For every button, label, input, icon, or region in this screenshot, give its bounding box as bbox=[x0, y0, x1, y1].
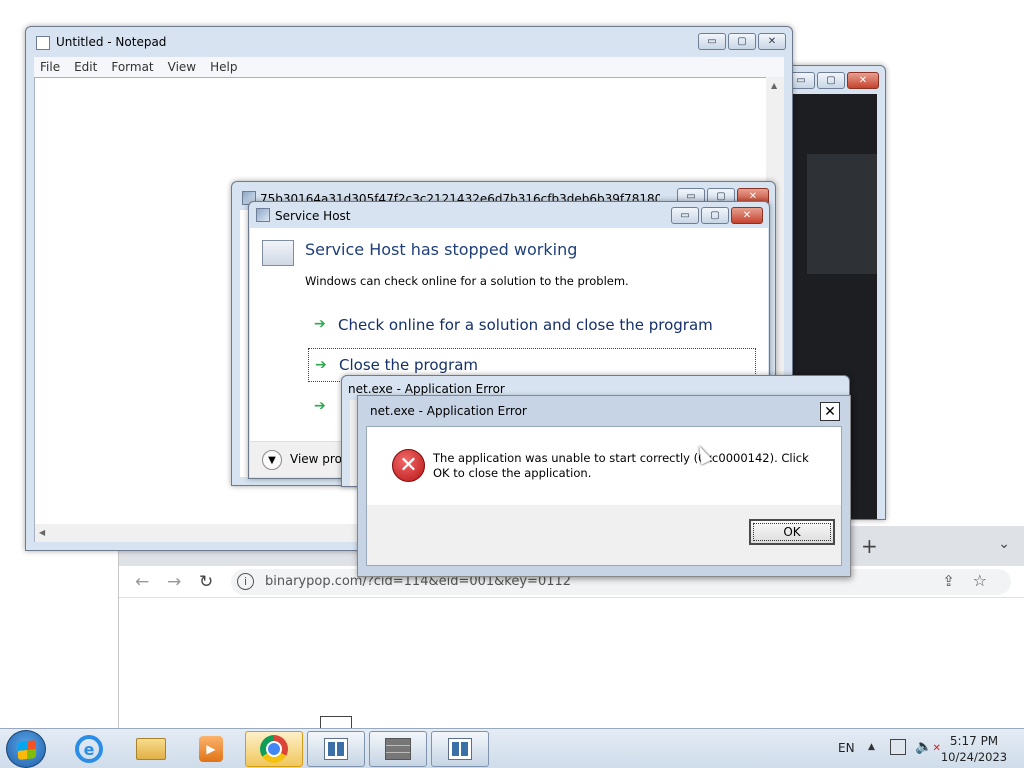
close-icon[interactable]: ✕ bbox=[758, 33, 786, 50]
scroll-left-icon[interactable]: ◀ bbox=[39, 528, 45, 537]
minimize-icon[interactable]: ▭ bbox=[698, 33, 726, 50]
green-arrow-icon: ➔ bbox=[314, 316, 326, 332]
check-online-option[interactable]: ➔ Check online for a solution and close … bbox=[308, 308, 756, 342]
show-hidden-icons-icon[interactable]: ▲ bbox=[868, 742, 875, 752]
notepad-menubar: File Edit Format View Help bbox=[34, 57, 784, 77]
taskbar-chrome[interactable] bbox=[245, 731, 303, 767]
service-host-title: Service Host bbox=[275, 209, 351, 223]
clock[interactable]: 5:17 PM 10/24/2023 bbox=[934, 733, 1014, 765]
minimize-icon[interactable]: ▭ bbox=[671, 207, 699, 224]
service-host-subtext: Windows can check online for a solution … bbox=[305, 274, 629, 288]
windows-logo-icon bbox=[18, 740, 36, 760]
taskbar-firewall-app[interactable] bbox=[369, 731, 427, 767]
notepad-titlebar[interactable]: Untitled - Notepad ▭ ▢ ✕ bbox=[26, 27, 792, 55]
bookmark-star-icon[interactable]: ☆ bbox=[973, 571, 987, 590]
net-exe-error-dialog: net.exe - Application Error ✕ ✕ The appl… bbox=[357, 395, 851, 577]
forward-icon[interactable]: → bbox=[167, 572, 181, 592]
notepad-title: Untitled - Notepad bbox=[56, 35, 167, 49]
service-host-icon bbox=[256, 208, 270, 222]
firewall-icon bbox=[385, 738, 411, 760]
media-player-icon: ▶ bbox=[199, 736, 223, 762]
folder-icon bbox=[136, 738, 166, 760]
menu-help[interactable]: Help bbox=[210, 60, 237, 74]
close-icon[interactable]: ✕ bbox=[847, 72, 879, 89]
clock-date: 10/24/2023 bbox=[940, 750, 1008, 764]
taskbar-windows-explorer[interactable] bbox=[122, 731, 180, 767]
site-info-icon[interactable]: i bbox=[237, 573, 254, 590]
taskbar-media-player[interactable]: ▶ bbox=[182, 731, 240, 767]
taskbar-internet-explorer[interactable]: e bbox=[60, 731, 118, 767]
menu-file[interactable]: File bbox=[40, 60, 60, 74]
program-window-icon bbox=[262, 240, 294, 266]
scroll-up-icon[interactable]: ▲ bbox=[771, 81, 777, 90]
notepad-icon bbox=[36, 36, 50, 50]
net-back-title: net.exe - Application Error bbox=[348, 382, 505, 396]
maximize-icon[interactable]: ▢ bbox=[701, 207, 729, 224]
menu-format[interactable]: Format bbox=[111, 60, 153, 74]
language-indicator[interactable]: EN bbox=[838, 741, 855, 755]
taskbar-notepad-app[interactable] bbox=[307, 731, 365, 767]
tab-search-icon[interactable]: ⌄ bbox=[998, 536, 1010, 552]
application-window-icon bbox=[448, 738, 472, 760]
close-icon[interactable]: ✕ bbox=[731, 207, 763, 224]
application-window-icon bbox=[324, 738, 348, 760]
notepad-caption-buttons: ▭ ▢ ✕ bbox=[698, 33, 786, 50]
new-tab-button[interactable]: + bbox=[861, 534, 878, 558]
menu-view[interactable]: View bbox=[168, 60, 196, 74]
service-host-heading: Service Host has stopped working bbox=[305, 240, 578, 259]
green-arrow-icon: ➔ bbox=[315, 357, 327, 373]
service-host-titlebar[interactable]: Service Host ▭ ▢ ✕ bbox=[249, 202, 769, 228]
start-button[interactable] bbox=[6, 730, 46, 768]
error-icon: ✕ bbox=[392, 449, 425, 482]
maximize-icon[interactable]: ▢ bbox=[728, 33, 756, 50]
close-icon[interactable]: ✕ bbox=[820, 402, 840, 421]
green-arrow-icon: ➔ bbox=[314, 398, 326, 414]
reload-icon[interactable]: ↻ bbox=[199, 572, 213, 592]
close-program-label: Close the program bbox=[339, 356, 479, 374]
dark-window-caption-buttons: ▭ ▢ ✕ bbox=[787, 72, 879, 89]
back-icon[interactable]: ← bbox=[135, 572, 149, 592]
clock-time: 5:17 PM bbox=[949, 734, 999, 748]
error-message: The application was unable to start corr… bbox=[433, 451, 809, 480]
chrome-icon bbox=[260, 735, 288, 763]
net-front-body: ✕ The application was unable to start co… bbox=[366, 426, 842, 566]
taskbar-service-host-app[interactable] bbox=[431, 731, 489, 767]
speaker-icon: 🔈 bbox=[915, 739, 933, 755]
net-front-title: net.exe - Application Error bbox=[370, 404, 527, 418]
share-icon[interactable]: ⇪ bbox=[942, 572, 955, 590]
check-online-label: Check online for a solution and close th… bbox=[338, 316, 713, 334]
menu-edit[interactable]: Edit bbox=[74, 60, 97, 74]
taskbar: e ▶ EN ▲ 🔈✕ 5:17 PM 10/24/2023 bbox=[0, 728, 1024, 768]
ok-button[interactable]: OK bbox=[749, 519, 835, 545]
dark-window-panel bbox=[807, 154, 877, 274]
chevron-down-icon[interactable]: ▼ bbox=[262, 450, 282, 470]
internet-explorer-icon: e bbox=[75, 735, 103, 763]
network-icon[interactable] bbox=[890, 739, 906, 755]
service-host-caption-buttons: ▭ ▢ ✕ bbox=[671, 207, 763, 224]
dialog-button-row: OK bbox=[367, 505, 841, 565]
maximize-icon[interactable]: ▢ bbox=[817, 72, 845, 89]
